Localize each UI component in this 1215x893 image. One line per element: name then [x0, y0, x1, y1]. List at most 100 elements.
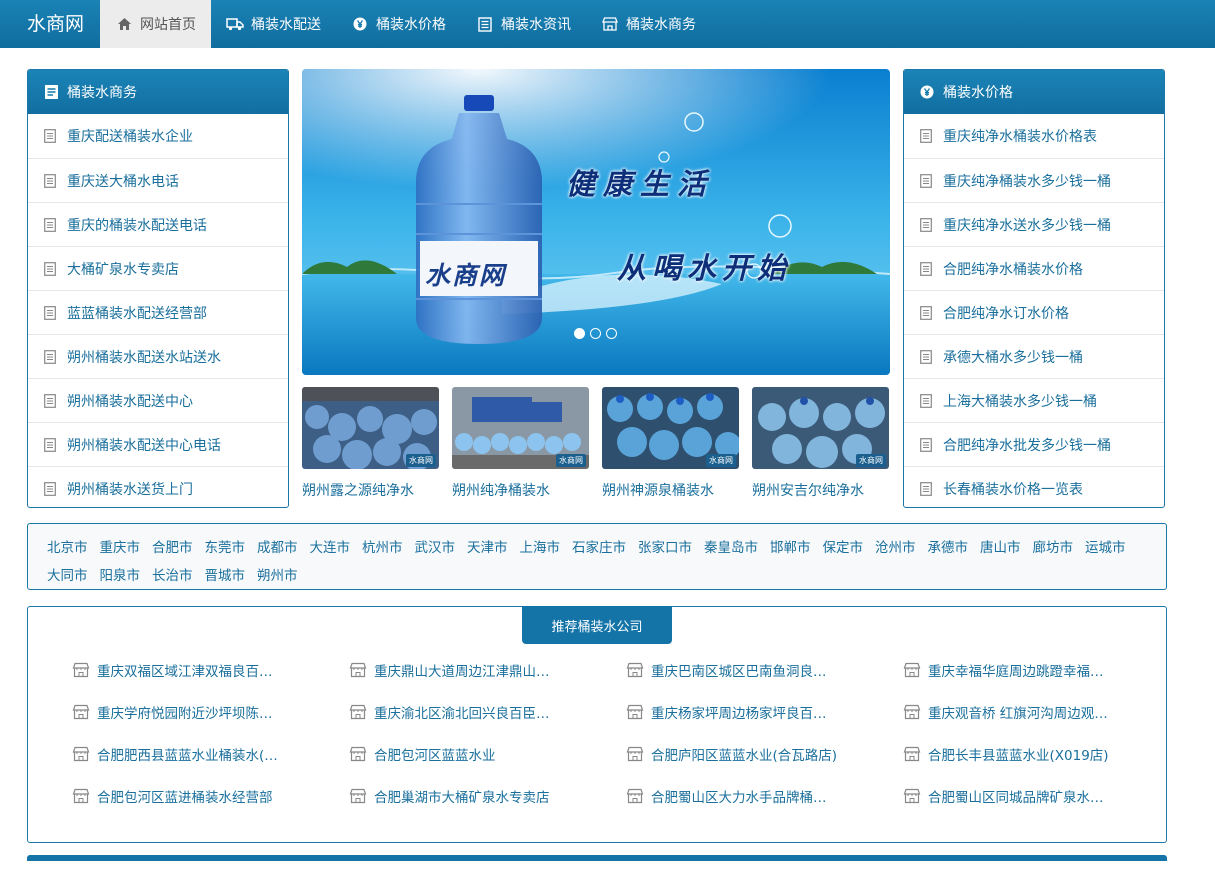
city-link[interactable]: 武汉市	[415, 534, 456, 562]
top-nav: 水商网 网站首页 桶装水配送 桶装水价格 桶装水资讯 桶装水商务	[0, 0, 1215, 48]
city-link[interactable]: 天津市	[467, 534, 508, 562]
price-list-item-label: 承德大桶水多少钱一桶	[943, 349, 1083, 366]
business-list-item[interactable]: 朔州桶装水配送中心电话	[28, 422, 288, 466]
shop-icon	[601, 15, 619, 33]
city-link[interactable]: 邯郸市	[770, 534, 811, 562]
recommend-item[interactable]: 合肥巢湖市大桶矿泉水专卖店	[349, 785, 626, 806]
nav-news[interactable]: 桶装水资讯	[461, 0, 586, 48]
banner-carousel[interactable]: 水商网 健康生活 从喝水开始	[302, 69, 890, 375]
city-link[interactable]: 长治市	[152, 562, 193, 590]
price-list-item[interactable]: 合肥纯净水订水价格	[904, 290, 1164, 334]
nav-home[interactable]: 网站首页	[100, 0, 212, 48]
recommend-item[interactable]: 重庆双福区域江津双福良百…	[72, 659, 349, 680]
recommend-item[interactable]: 合肥庐阳区蓝蓝水业(合瓦路店)	[626, 743, 903, 764]
nav-business[interactable]: 桶装水商务	[586, 0, 711, 48]
thumb-image-3[interactable]: 水商网	[602, 387, 739, 469]
carousel-dot-3[interactable]	[606, 328, 617, 339]
city-link[interactable]: 唐山市	[980, 534, 1021, 562]
recommend-item[interactable]: 重庆杨家坪周边杨家坪良百…	[626, 701, 903, 722]
business-panel-header: 桶装水商务	[28, 70, 288, 114]
price-list-item[interactable]: 重庆纯净水桶装水价格表	[904, 114, 1164, 158]
price-panel-title: 桶装水价格	[943, 85, 1013, 101]
thumb-image-1[interactable]: 水商网	[302, 387, 439, 469]
recommend-item-label: 重庆学府悦园附近沙坪坝陈…	[97, 705, 273, 722]
city-link[interactable]: 廊坊市	[1033, 534, 1074, 562]
city-link[interactable]: 合肥市	[152, 534, 193, 562]
city-link[interactable]: 沧州市	[875, 534, 916, 562]
thumb-caption-4[interactable]: 朔州安吉尔纯净水	[752, 480, 902, 500]
site-logo[interactable]: 水商网	[0, 0, 100, 48]
city-link[interactable]: 阳泉市	[100, 562, 141, 590]
city-link[interactable]: 东莞市	[205, 534, 246, 562]
business-list-item[interactable]: 重庆配送桶装水企业	[28, 114, 288, 158]
recommend-item[interactable]: 合肥包河区蓝进桶装水经营部	[72, 785, 349, 806]
shop-icon	[903, 746, 921, 762]
business-list-item[interactable]: 朔州桶装水送货上门	[28, 466, 288, 507]
city-link[interactable]: 重庆市	[100, 534, 141, 562]
shop-icon	[626, 746, 644, 762]
nav-price[interactable]: 桶装水价格	[336, 0, 461, 48]
recommend-item[interactable]: 合肥蜀山区同城品牌矿泉水…	[903, 785, 1153, 806]
price-list-item[interactable]: 合肥纯净水批发多少钱一桶	[904, 422, 1164, 466]
recommend-item[interactable]: 重庆幸福华庭周边跳蹬幸福…	[903, 659, 1153, 680]
price-list-item[interactable]: 重庆纯净水送水多少钱一桶	[904, 202, 1164, 246]
recommend-item-label: 重庆幸福华庭周边跳蹬幸福…	[928, 663, 1104, 680]
price-list-item[interactable]: 承德大桶水多少钱一桶	[904, 334, 1164, 378]
document-icon	[44, 173, 58, 188]
carousel-dot-2[interactable]	[590, 328, 601, 339]
business-list-item[interactable]: 朔州桶装水配送水站送水	[28, 334, 288, 378]
city-link[interactable]: 成都市	[257, 534, 298, 562]
nav-delivery[interactable]: 桶装水配送	[211, 0, 336, 48]
thumb-caption-3[interactable]: 朔州神源泉桶装水	[602, 480, 752, 500]
city-link[interactable]: 大连市	[310, 534, 351, 562]
city-link[interactable]: 秦皇岛市	[704, 534, 758, 562]
shop-icon	[903, 788, 921, 804]
city-link[interactable]: 承德市	[928, 534, 969, 562]
recommend-item[interactable]: 重庆渝北区渝北回兴良百臣…	[349, 701, 626, 722]
recommend-item[interactable]: 合肥长丰县蓝蓝水业(X019店)	[903, 743, 1153, 764]
price-list-item[interactable]: 重庆纯净桶装水多少钱一桶	[904, 158, 1164, 202]
recommend-item[interactable]: 重庆鼎山大道周边江津鼎山…	[349, 659, 626, 680]
price-list-item-label: 重庆纯净水送水多少钱一桶	[943, 217, 1111, 234]
recommend-item[interactable]: 重庆学府悦园附近沙坪坝陈…	[72, 701, 349, 722]
document-icon	[920, 261, 934, 276]
business-list-item[interactable]: 重庆的桶装水配送电话	[28, 202, 288, 246]
business-list-item-label: 重庆送大桶水电话	[67, 173, 179, 190]
recommend-item[interactable]: 重庆观音桥 红旗河沟周边观…	[903, 701, 1153, 722]
business-list: 重庆配送桶装水企业重庆送大桶水电话重庆的桶装水配送电话 大桶矿泉水专卖店 蓝蓝桶装水…	[28, 114, 288, 507]
business-list-item[interactable]: 大桶矿泉水专卖店	[28, 246, 288, 290]
city-link[interactable]: 张家口市	[638, 534, 692, 562]
city-link[interactable]: 运城市	[1085, 534, 1126, 562]
thumb-image-2[interactable]: 水商网	[452, 387, 589, 469]
yen-icon	[351, 15, 369, 33]
city-link[interactable]: 大同市	[47, 562, 88, 590]
city-link[interactable]: 保定市	[823, 534, 864, 562]
city-link[interactable]: 石家庄市	[572, 534, 626, 562]
banner-slogan-2: 从喝水开始	[617, 251, 793, 285]
price-list-item[interactable]: 合肥纯净水桶装水价格	[904, 246, 1164, 290]
recommend-item[interactable]: 合肥包河区蓝蓝水业	[349, 743, 626, 764]
recommend-item[interactable]: 合肥蜀山区大力水手品牌桶…	[626, 785, 903, 806]
city-links: 北京市 重庆市 合肥市 东莞市 成都市 大连市 杭州市 武汉市 天津市 上海市 石家庄市 张家口市 秦皇…	[27, 523, 1167, 590]
price-list-item[interactable]: 上海大桶装水多少钱一桶	[904, 378, 1164, 422]
thumb-watermark: 水商网	[856, 454, 886, 467]
business-list-item[interactable]: 重庆送大桶水电话	[28, 158, 288, 202]
business-list-item[interactable]: 蓝蓝桶装水配送经营部	[28, 290, 288, 334]
document-icon	[44, 217, 58, 232]
price-list-item[interactable]: 长春桶装水价格一览表	[904, 466, 1164, 507]
business-list-item[interactable]: 朔州桶装水配送中心	[28, 378, 288, 422]
recommend-title: 推荐桶装水公司	[522, 606, 672, 644]
city-link[interactable]: 朔州市	[257, 562, 298, 590]
city-link[interactable]: 晋城市	[205, 562, 246, 590]
thumb-caption-2[interactable]: 朔州纯净桶装水	[452, 480, 602, 500]
city-link[interactable]: 上海市	[520, 534, 561, 562]
carousel-dot-1[interactable]	[574, 328, 585, 339]
business-list-item-label: 朔州桶装水配送水站送水	[67, 349, 221, 366]
city-link[interactable]: 杭州市	[362, 534, 403, 562]
recommend-section: 推荐桶装水公司 重庆双福区域江津双福良百… 重庆鼎山大道周边江津鼎山… 重庆巴南区城…	[27, 606, 1167, 843]
thumb-image-4[interactable]: 水商网	[752, 387, 889, 469]
city-link[interactable]: 北京市	[47, 534, 88, 562]
recommend-item[interactable]: 重庆巴南区城区巴南鱼洞良…	[626, 659, 903, 680]
thumb-caption-1[interactable]: 朔州露之源纯净水	[302, 480, 452, 500]
recommend-item[interactable]: 合肥肥西县蓝蓝水业桶装水(…	[72, 743, 349, 764]
